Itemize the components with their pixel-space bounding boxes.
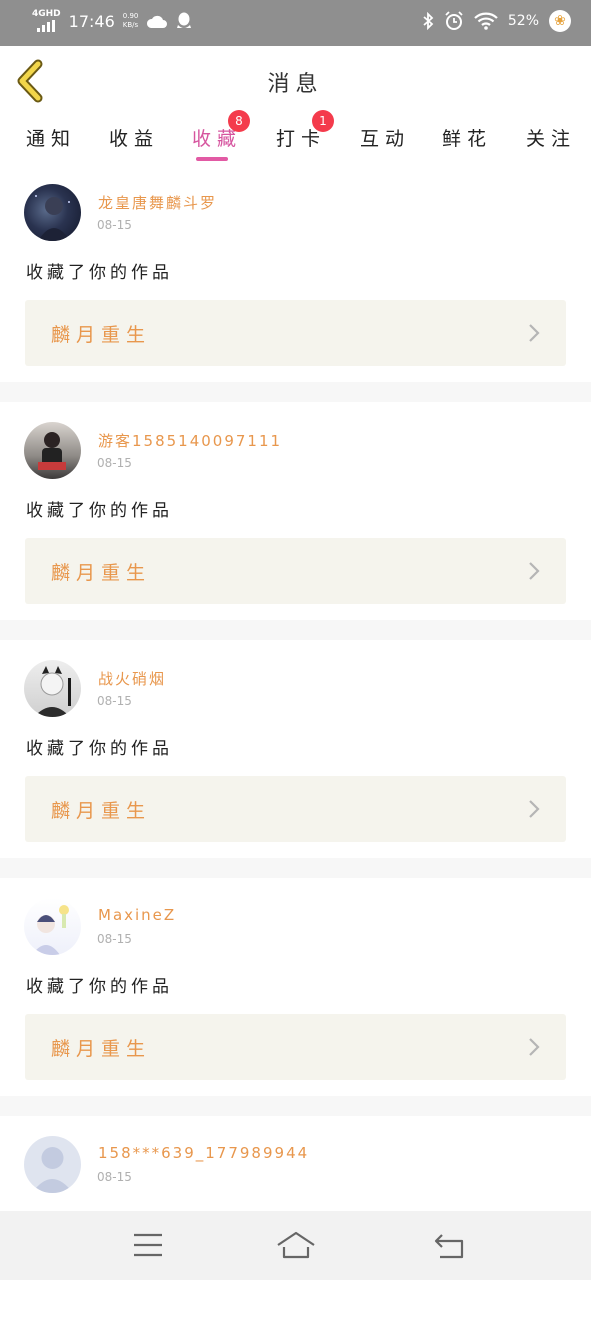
tab-label: 互动 <box>360 128 411 150</box>
status-bar: 4GHD 17:46 0.90 KB/s 52% ❀ <box>0 0 591 46</box>
divider <box>0 858 591 878</box>
tab-earnings[interactable]: 收益 <box>109 124 159 164</box>
unread-badge: 8 <box>228 110 250 132</box>
tab-label: 收益 <box>109 128 160 150</box>
work-link[interactable]: 麟月重生 <box>25 538 566 604</box>
timestamp: 08-15 <box>97 1170 132 1184</box>
username[interactable]: 158***639_177989944 <box>98 1144 309 1162</box>
tab-favorites[interactable]: 收藏 8 <box>192 110 250 164</box>
timestamp: 08-15 <box>97 456 132 470</box>
timestamp: 08-15 <box>97 694 132 708</box>
system-navigation-bar <box>0 1211 591 1280</box>
home-icon[interactable] <box>274 1227 318 1263</box>
bluetooth-icon <box>423 12 434 30</box>
network-speed: 0.90 KB/s <box>122 12 139 29</box>
username[interactable]: MaxineZ <box>98 906 176 924</box>
action-text: 收藏了你的作品 <box>26 739 173 759</box>
tab-interactions[interactable]: 互动 <box>360 124 410 164</box>
chevron-right-icon <box>529 562 540 580</box>
work-title: 麟月重生 <box>51 1038 152 1060</box>
avatar[interactable] <box>24 898 81 955</box>
chevron-right-icon <box>529 1038 540 1056</box>
menu-icon[interactable] <box>126 1227 170 1263</box>
list-item: 游客1585140097111 08-15 收藏了你的作品 麟月重生 <box>0 402 591 620</box>
timestamp: 08-15 <box>97 932 132 946</box>
avatar[interactable] <box>24 184 81 241</box>
username[interactable]: 龙皇唐舞麟斗罗 <box>98 192 217 213</box>
username[interactable]: 战火硝烟 <box>98 668 166 689</box>
work-title: 麟月重生 <box>51 324 152 346</box>
avatar[interactable] <box>24 660 81 717</box>
tab-checkin[interactable]: 打卡 1 <box>276 110 334 164</box>
tab-following[interactable]: 关注 <box>526 124 576 164</box>
cloud-icon <box>147 15 168 28</box>
timestamp: 08-15 <box>97 218 132 232</box>
tab-notifications[interactable]: 通知 <box>26 124 76 164</box>
tab-flowers[interactable]: 鲜花 <box>442 124 492 164</box>
network-type: 4GHD <box>32 9 61 19</box>
divider <box>0 382 591 402</box>
clock: 17:46 <box>68 11 115 31</box>
list-item: 龙皇唐舞麟斗罗 08-15 收藏了你的作品 麟月重生 <box>0 164 591 382</box>
chevron-right-icon <box>529 324 540 342</box>
work-link[interactable]: 麟月重生 <box>25 300 566 366</box>
work-link[interactable]: 麟月重生 <box>25 776 566 842</box>
tab-bar: 通知 收益 收藏 8 打卡 1 互动 鲜花 关注 <box>0 110 591 164</box>
action-text: 收藏了你的作品 <box>26 977 173 997</box>
page-title: 消息 <box>267 72 324 97</box>
message-list: 龙皇唐舞麟斗罗 08-15 收藏了你的作品 麟月重生 游客15851400971… <box>0 164 591 1334</box>
list-item: 战火硝烟 08-15 收藏了你的作品 麟月重生 <box>0 640 591 858</box>
action-text: 收藏了你的作品 <box>26 501 173 521</box>
work-title: 麟月重生 <box>51 800 152 822</box>
work-title: 麟月重生 <box>51 562 152 584</box>
tab-label: 关注 <box>526 128 577 150</box>
divider <box>0 620 591 640</box>
back-nav-icon[interactable] <box>428 1227 472 1263</box>
tab-label: 鲜花 <box>442 128 493 150</box>
wifi-icon <box>474 12 498 30</box>
battery-percent: 52% <box>507 13 539 29</box>
header: 消息 <box>0 46 591 116</box>
active-tab-indicator <box>196 157 228 161</box>
cellular-signal-icon: 4GHD <box>32 10 61 32</box>
qq-icon <box>177 12 192 28</box>
username[interactable]: 游客1585140097111 <box>98 430 282 451</box>
chevron-right-icon <box>529 800 540 818</box>
unread-badge: 1 <box>312 110 334 132</box>
divider <box>0 1096 591 1116</box>
work-link[interactable]: 麟月重生 <box>25 1014 566 1080</box>
avatar[interactable] <box>24 422 81 479</box>
action-text: 收藏了你的作品 <box>26 263 173 283</box>
tab-label: 通知 <box>26 128 77 150</box>
default-avatar[interactable] <box>24 1136 81 1193</box>
list-item: MaxineZ 08-15 收藏了你的作品 麟月重生 <box>0 878 591 1096</box>
alarm-icon <box>445 11 463 30</box>
flower-icon: ❀ <box>549 10 571 32</box>
